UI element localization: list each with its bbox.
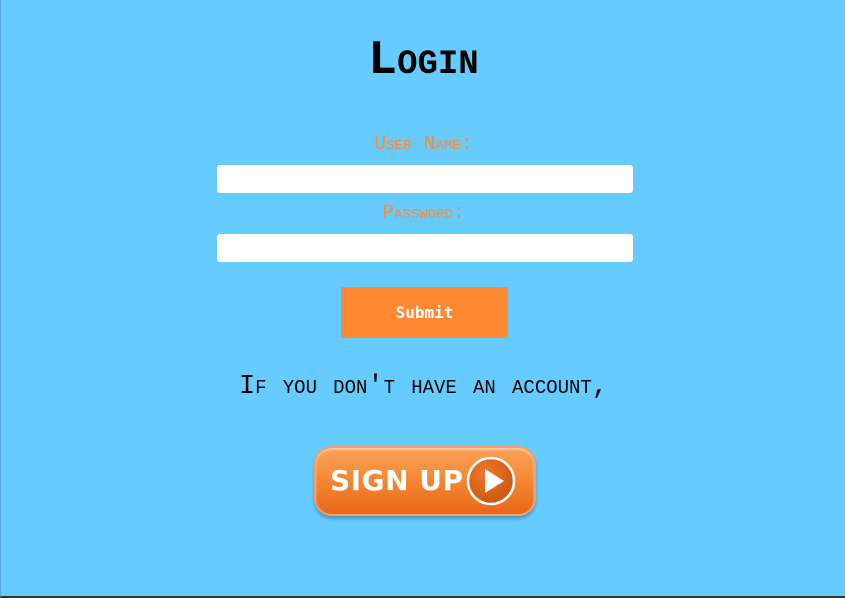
no-account-text: If you don't have an account, [238, 372, 609, 402]
password-input[interactable] [217, 234, 633, 262]
username-label: User Name: [374, 133, 473, 156]
submit-button[interactable]: Submit [341, 287, 508, 338]
signup-label: SIGN UP [330, 464, 464, 497]
signup-button[interactable]: SIGN UP [314, 446, 536, 516]
username-input[interactable] [217, 165, 633, 193]
play-icon [466, 456, 516, 506]
password-label: Password: [382, 202, 465, 225]
page-title: Login [368, 34, 479, 88]
